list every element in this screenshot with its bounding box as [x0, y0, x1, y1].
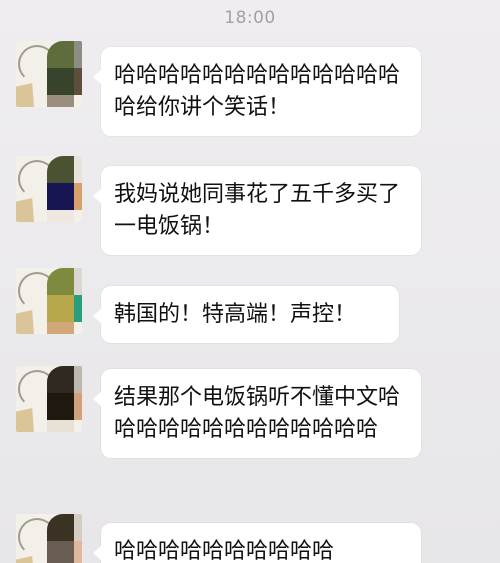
message-bubble[interactable]: 结果那个电饭锅听不懂中文哈哈哈哈哈哈哈哈哈哈哈哈哈: [93, 369, 421, 458]
avatar-pixel: [47, 95, 74, 107]
avatar-pixel: [47, 41, 74, 68]
avatar-shoulder: [16, 556, 34, 563]
avatar-shoulder: [16, 408, 34, 432]
avatar-pixel: [47, 420, 74, 432]
avatar-pixel: [47, 393, 74, 420]
avatar-pixel: [47, 295, 74, 322]
avatar[interactable]: [16, 268, 82, 334]
avatar-pixel: [74, 366, 82, 393]
avatar-shoulder: [16, 310, 34, 334]
avatar[interactable]: [16, 514, 82, 563]
avatar[interactable]: [16, 156, 82, 222]
avatar-pixel: [74, 268, 82, 295]
avatar-pixel: [74, 68, 82, 95]
avatar-pixel: [47, 514, 74, 541]
message-bubble[interactable]: 韩国的！特高端！声控！: [93, 286, 399, 343]
avatar[interactable]: [16, 366, 82, 432]
avatar-pixel: [47, 210, 74, 222]
avatar-shoulder: [16, 198, 34, 222]
avatar-pixel: [74, 183, 82, 210]
avatar[interactable]: [16, 41, 82, 107]
avatar-pixel: [47, 183, 74, 210]
avatar-pixel: [47, 366, 74, 393]
avatar-pixel: [74, 393, 82, 420]
avatar-shoulder: [16, 83, 34, 107]
message-bubble[interactable]: 哈哈哈哈哈哈哈哈哈哈哈哈哈哈给你讲个笑话！: [93, 47, 421, 136]
avatar-pixel: [47, 156, 74, 183]
message-bubble[interactable]: 哈哈哈哈哈哈哈哈哈哈: [93, 523, 421, 563]
avatar-pixel: [74, 541, 82, 563]
chat-screen: 18:00 哈哈哈哈哈哈哈哈哈哈哈哈哈哈给你讲个笑话！ 我妈说她同事花了五千多买…: [0, 0, 500, 563]
avatar-pixel: [47, 268, 74, 295]
avatar-pixel: [74, 41, 82, 68]
avatar-pixel: [74, 295, 82, 322]
avatar-pixel: [47, 541, 74, 563]
timestamp: 18:00: [224, 8, 276, 28]
avatar-pixel: [74, 156, 82, 183]
avatar-pixel: [47, 68, 74, 95]
avatar-pixel: [47, 322, 74, 334]
message-bubble[interactable]: 我妈说她同事花了五千多买了一电饭锅！: [93, 166, 421, 255]
avatar-pixel: [74, 514, 82, 541]
